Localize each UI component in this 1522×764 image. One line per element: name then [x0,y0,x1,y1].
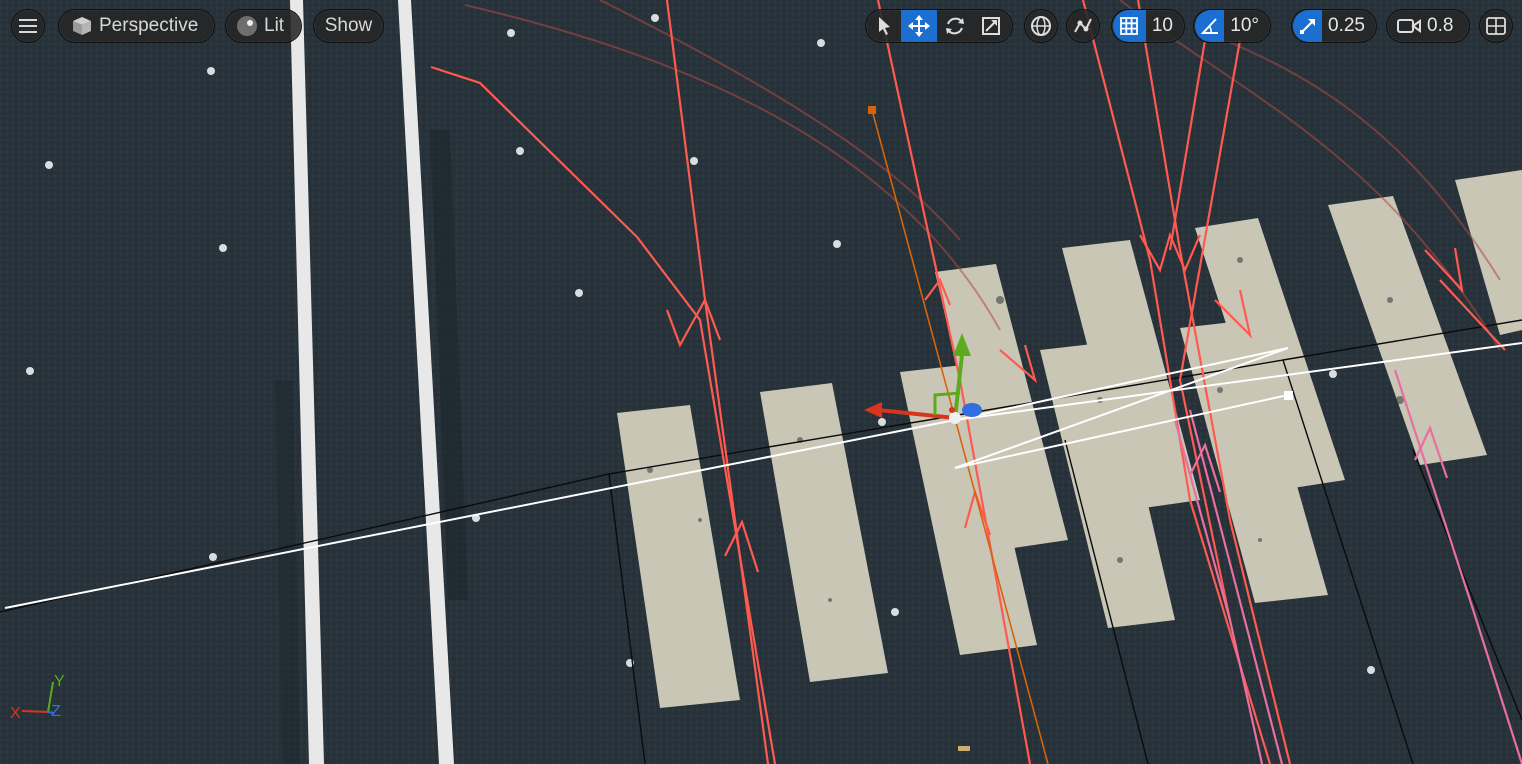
rotate-tool-button[interactable] [937,10,973,42]
surface-snap-button[interactable] [1066,9,1100,43]
grid-snap-control[interactable]: 10 [1111,9,1185,43]
rotate-icon [944,15,966,37]
lighting-mode-label: Lit [264,15,285,36]
show-label: Show [324,15,373,36]
translate-move-icon [908,15,930,37]
grid-snap-value[interactable]: 10 [1146,15,1183,37]
level-viewport[interactable]: Perspective Lit Show 10 10° 0.25 0.8 Y X… [0,0,1522,764]
rotation-snap-value[interactable]: 10° [1224,15,1269,37]
show-menu-button[interactable]: Show [313,9,384,43]
world-space-button[interactable] [1024,9,1058,43]
grid-icon [1119,16,1139,36]
scale-snap-value[interactable]: 0.25 [1322,15,1375,37]
scale-tool-button[interactable] [973,10,1009,42]
lighting-mode-button[interactable]: Lit [225,9,302,43]
view-mode-label: Perspective [99,15,199,36]
rotation-snap-toggle[interactable] [1195,10,1225,42]
viewport-toolbar: Perspective Lit Show 10 10° 0.25 0.8 [0,6,1522,46]
camera-icon [1397,17,1421,35]
sphere-icon [236,15,258,37]
cube-icon [71,15,93,37]
surface-snap-icon [1072,15,1094,37]
view-mode-button[interactable]: Perspective [58,9,215,43]
camera-speed-control[interactable]: 0.8 [1386,9,1470,43]
scale-snap-toggle[interactable] [1293,10,1323,42]
axis-y-label: Y [54,673,65,690]
hamburger-menu-icon [19,19,37,33]
select-arrow-icon [876,16,892,36]
viewport-menu-button[interactable] [11,9,45,43]
viewport-layout-icon [1486,17,1506,35]
axis-indicator: Y X Z [8,668,78,728]
translate-tool-button[interactable] [901,10,937,42]
scene-view[interactable] [0,0,1522,764]
scale-snap-icon [1298,16,1318,36]
globe-icon [1030,15,1052,37]
grid-snap-toggle[interactable] [1113,10,1146,42]
scale-snap-control[interactable]: 0.25 [1291,9,1377,43]
axis-x-label: X [10,705,21,722]
viewport-layout-button[interactable] [1479,9,1513,43]
axis-z-label: Z [51,703,61,720]
angle-icon [1200,16,1220,36]
select-tool-button[interactable] [867,10,901,42]
camera-speed-value: 0.8 [1427,15,1454,36]
rotation-snap-control[interactable]: 10° [1193,9,1271,43]
transform-tools-group [865,9,1013,43]
scale-icon [981,16,1001,36]
